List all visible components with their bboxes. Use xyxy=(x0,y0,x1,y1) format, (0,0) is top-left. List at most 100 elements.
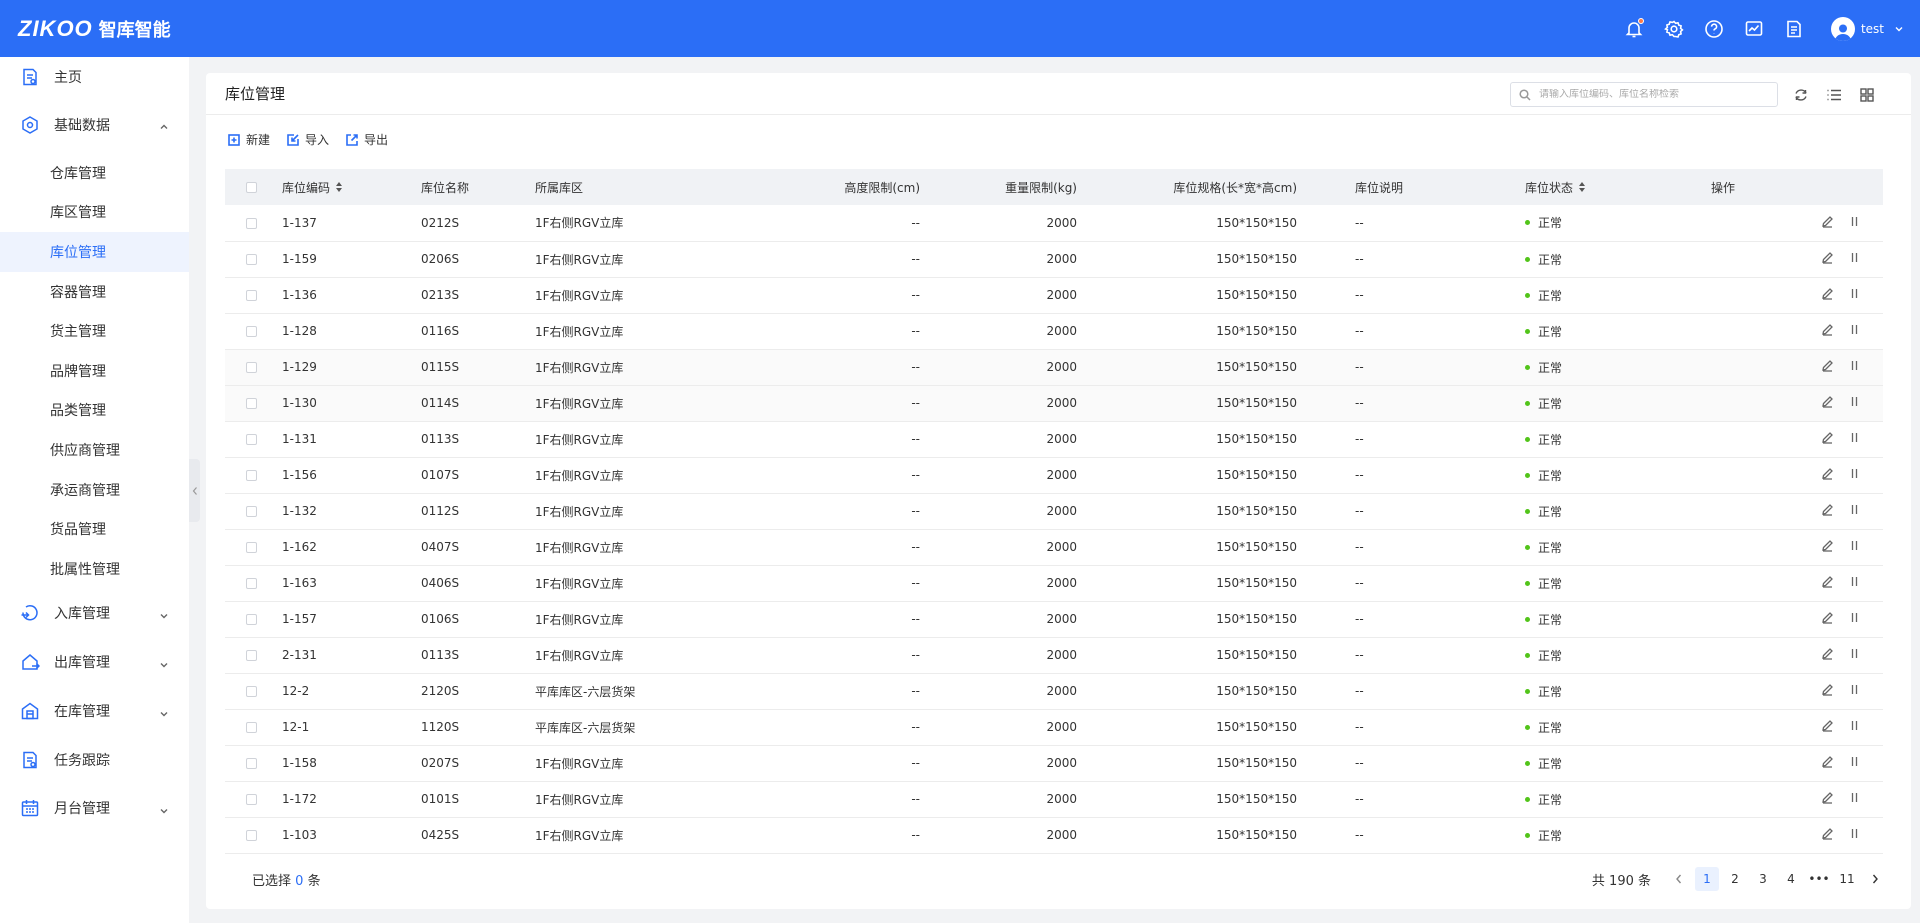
edit-icon[interactable] xyxy=(1821,611,1834,627)
table-row[interactable]: 1-129 0115S 1F右侧RGV立库 -- 2000 150*150*150 -- 正常 xyxy=(225,349,1883,386)
pause-icon[interactable] xyxy=(1848,323,1861,339)
row-checkbox[interactable] xyxy=(246,722,257,733)
sidebar-group-basic-data[interactable]: 基础数据 xyxy=(0,97,189,153)
table-row[interactable]: 1-172 0101S 1F右侧RGV立库 -- 2000 150*150*150 -- 正常 xyxy=(225,781,1883,818)
page-number[interactable]: 1 xyxy=(1695,867,1719,891)
search-input[interactable] xyxy=(1539,89,1769,100)
edit-icon[interactable] xyxy=(1821,215,1834,231)
pause-icon[interactable] xyxy=(1848,251,1861,267)
sort-icon[interactable] xyxy=(335,181,343,196)
pause-icon[interactable] xyxy=(1848,539,1861,555)
bell-icon[interactable] xyxy=(1623,17,1645,40)
row-checkbox[interactable] xyxy=(246,398,257,409)
prev-page-button[interactable] xyxy=(1667,867,1691,891)
row-checkbox[interactable] xyxy=(246,758,257,769)
pause-icon[interactable] xyxy=(1848,719,1861,735)
edit-icon[interactable] xyxy=(1821,647,1834,663)
edit-icon[interactable] xyxy=(1821,539,1834,555)
new-button[interactable]: 新建 xyxy=(227,131,270,148)
dashboard-chart-icon[interactable] xyxy=(1743,18,1765,40)
edit-icon[interactable] xyxy=(1821,719,1834,735)
document-list-icon[interactable] xyxy=(1783,18,1805,40)
table-row[interactable]: 12-1 1120S 平库库区-六层货架 -- 2000 150*150*150 -- 正常 xyxy=(225,709,1883,746)
edit-icon[interactable] xyxy=(1821,503,1834,519)
row-checkbox[interactable] xyxy=(246,686,257,697)
sort-icon[interactable] xyxy=(1578,181,1586,196)
sidebar-subitem[interactable]: 仓库管理 xyxy=(0,153,189,193)
page-number[interactable]: 11 xyxy=(1835,867,1859,891)
sidebar-collapse-handle[interactable] xyxy=(189,459,200,522)
row-checkbox[interactable] xyxy=(246,254,257,265)
table-row[interactable]: 1-163 0406S 1F右侧RGV立库 -- 2000 150*150*150 -- 正常 xyxy=(225,565,1883,602)
settings-gear-icon[interactable] xyxy=(1663,18,1685,40)
table-row[interactable]: 12-2 2120S 平库库区-六层货架 -- 2000 150*150*150 -- 正常 xyxy=(225,673,1883,710)
sidebar-subitem[interactable]: 库区管理 xyxy=(0,193,189,233)
row-checkbox[interactable] xyxy=(246,614,257,625)
edit-icon[interactable] xyxy=(1821,359,1834,375)
table-row[interactable]: 1-130 0114S 1F右侧RGV立库 -- 2000 150*150*150 -- 正常 xyxy=(225,385,1883,422)
edit-icon[interactable] xyxy=(1821,467,1834,483)
sidebar-group-inventory[interactable]: 在库管理 xyxy=(0,687,189,736)
page-number[interactable]: 3 xyxy=(1751,867,1775,891)
row-checkbox[interactable] xyxy=(246,326,257,337)
import-button[interactable]: 导入 xyxy=(286,131,329,148)
page-number[interactable]: 2 xyxy=(1723,867,1747,891)
table-row[interactable]: 1-128 0116S 1F右侧RGV立库 -- 2000 150*150*150 -- 正常 xyxy=(225,313,1883,350)
next-page-button[interactable] xyxy=(1863,867,1887,891)
sidebar-subitem[interactable]: 货主管理 xyxy=(0,311,189,351)
row-checkbox[interactable] xyxy=(246,434,257,445)
column-header-code[interactable]: 库位编码 xyxy=(278,169,417,205)
sidebar-group-outbound[interactable]: 出库管理 xyxy=(0,638,189,687)
grid-view-icon[interactable] xyxy=(1857,85,1876,104)
row-checkbox[interactable] xyxy=(246,830,257,841)
pause-icon[interactable] xyxy=(1848,467,1861,483)
row-checkbox[interactable] xyxy=(246,578,257,589)
sidebar-group-inbound[interactable]: 入库管理 xyxy=(0,589,189,638)
sidebar-subitem[interactable]: 品牌管理 xyxy=(0,351,189,391)
edit-icon[interactable] xyxy=(1821,323,1834,339)
list-view-icon[interactable] xyxy=(1824,85,1843,104)
sidebar-group-dock[interactable]: 月台管理 xyxy=(0,784,189,833)
table-row[interactable]: 1-156 0107S 1F右侧RGV立库 -- 2000 150*150*150 -- 正常 xyxy=(225,457,1883,494)
search-box[interactable] xyxy=(1510,82,1778,107)
sidebar-subitem[interactable]: 批属性管理 xyxy=(0,549,189,589)
edit-icon[interactable] xyxy=(1821,683,1834,699)
pause-icon[interactable] xyxy=(1848,503,1861,519)
edit-icon[interactable] xyxy=(1821,575,1834,591)
refresh-icon[interactable] xyxy=(1791,85,1810,104)
sidebar-subitem[interactable]: 库位管理 xyxy=(0,232,189,272)
user-menu[interactable]: test xyxy=(1830,16,1904,41)
help-icon[interactable] xyxy=(1703,18,1725,40)
sidebar-subitem[interactable]: 容器管理 xyxy=(0,272,189,312)
pause-icon[interactable] xyxy=(1848,683,1861,699)
row-checkbox[interactable] xyxy=(246,217,257,229)
pause-icon[interactable] xyxy=(1848,791,1861,807)
row-checkbox[interactable] xyxy=(246,290,257,301)
sidebar-subitem[interactable]: 承运商管理 xyxy=(0,470,189,510)
pause-icon[interactable] xyxy=(1848,611,1861,627)
logo[interactable]: ZIKOO 智库智能 xyxy=(18,16,171,42)
pause-icon[interactable] xyxy=(1848,755,1861,771)
sidebar-subitem[interactable]: 货品管理 xyxy=(0,509,189,549)
pause-icon[interactable] xyxy=(1848,431,1861,447)
pause-icon[interactable] xyxy=(1848,647,1861,663)
pause-icon[interactable] xyxy=(1848,575,1861,591)
edit-icon[interactable] xyxy=(1821,431,1834,447)
export-button[interactable]: 导出 xyxy=(345,131,388,148)
sidebar-item-home[interactable]: 主页 xyxy=(0,57,189,97)
page-ellipsis[interactable]: ••• xyxy=(1807,867,1831,891)
table-row[interactable]: 1-162 0407S 1F右侧RGV立库 -- 2000 150*150*150 -- 正常 xyxy=(225,529,1883,566)
edit-icon[interactable] xyxy=(1821,827,1834,843)
sidebar-subitem[interactable]: 品类管理 xyxy=(0,391,189,431)
edit-icon[interactable] xyxy=(1821,791,1834,807)
row-checkbox[interactable] xyxy=(246,794,257,805)
table-row[interactable]: 1-137 0212S 1F右侧RGV立库 -- 2000 150*150*150 -- 正常 xyxy=(225,205,1883,242)
edit-icon[interactable] xyxy=(1821,251,1834,267)
pause-icon[interactable] xyxy=(1848,395,1861,411)
table-row[interactable]: 1-136 0213S 1F右侧RGV立库 -- 2000 150*150*150 -- 正常 xyxy=(225,277,1883,314)
row-checkbox[interactable] xyxy=(246,362,257,373)
pause-icon[interactable] xyxy=(1848,287,1861,303)
sidebar-subitem[interactable]: 供应商管理 xyxy=(0,430,189,470)
select-all-checkbox[interactable] xyxy=(246,182,257,193)
pause-icon[interactable] xyxy=(1848,215,1861,231)
